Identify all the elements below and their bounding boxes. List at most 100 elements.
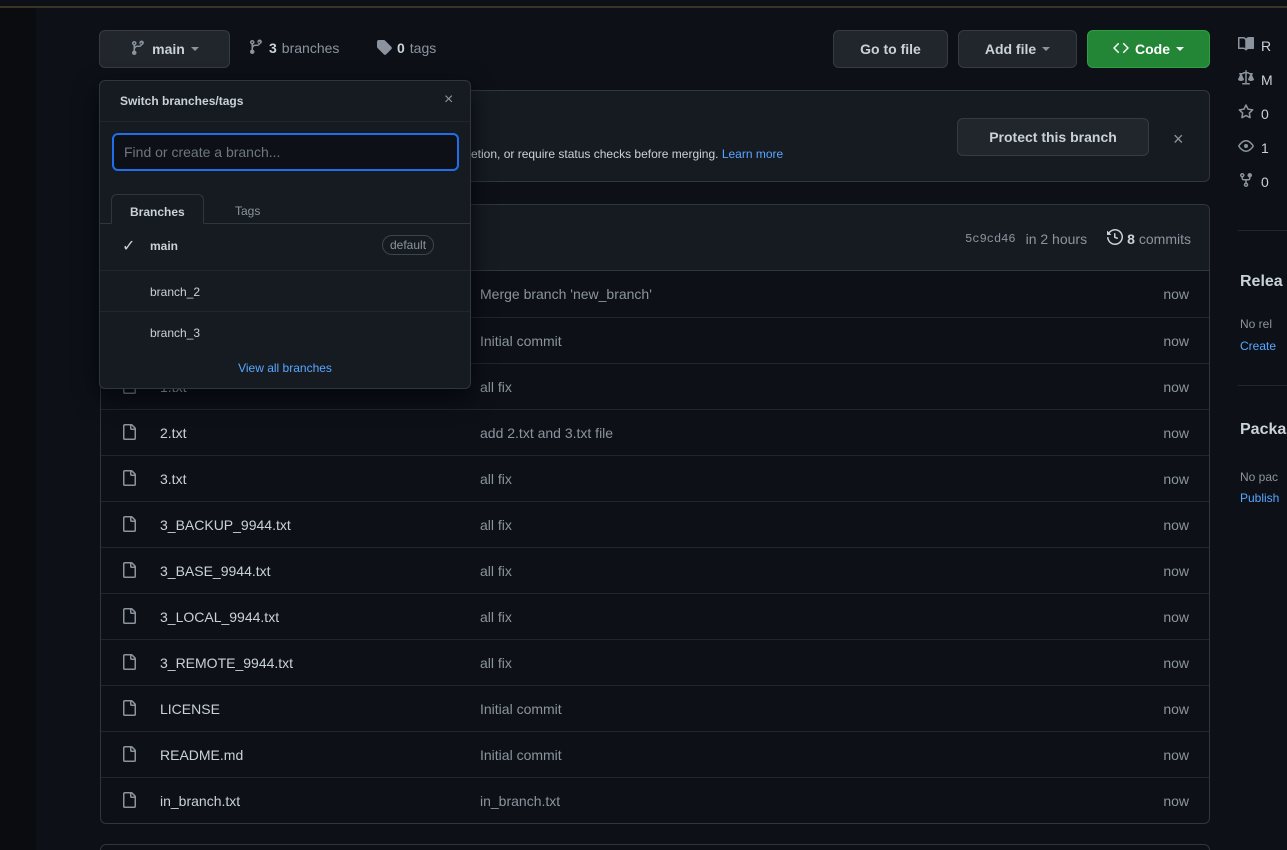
branches-count: 3 [269,40,277,56]
protect-description-text: etion, or require status checks before m… [471,147,719,161]
commit-time: now [1163,654,1189,671]
top-border [0,0,1287,8]
branch-item-branch-3[interactable]: branch_3 [100,312,470,353]
file-name[interactable]: in_branch.txt [160,793,240,809]
file-icon [121,562,137,581]
file-row[interactable]: LICENSE Initial commit now [101,685,1209,731]
create-release-link[interactable]: Create [1240,339,1276,353]
git-branch-icon [130,40,146,59]
tags-count: 0 [397,40,405,56]
file-icon [121,792,137,811]
file-row[interactable]: 3_LOCAL_9944.txt all fix now [101,593,1209,639]
file-row[interactable]: in_branch.txt in_branch.txt now [101,777,1209,823]
file-name[interactable]: 2.txt [160,425,186,441]
protect-description: etion, or require status checks before m… [471,147,783,161]
divider [1238,385,1287,386]
file-name[interactable]: 3_BACKUP_9944.txt [160,517,291,533]
watchers-link[interactable]: 1 [1238,138,1269,157]
commit-message[interactable]: all fix [480,471,512,487]
commit-message[interactable]: Initial commit [480,747,562,763]
commit-message[interactable]: add 2.txt and 3.txt file [480,425,613,441]
chevron-down-icon [190,47,199,51]
file-name[interactable]: README.md [160,747,243,763]
file-row[interactable]: 3.txt all fix now [101,455,1209,501]
view-all-branches-link[interactable]: View all branches [100,361,470,375]
dropdown-tabs: Branches Tags [100,184,470,224]
protect-this-branch-button[interactable]: Protect this branch [957,118,1149,156]
code-button[interactable]: Code [1087,30,1210,68]
commit-message[interactable]: Merge branch 'new_branch' [480,286,652,302]
commit-time: now [1163,700,1189,717]
tags-link[interactable]: 0 tags [376,38,436,58]
file-row[interactable]: 2.txt add 2.txt and 3.txt file now [101,409,1209,455]
readme-label: R [1261,37,1272,54]
branches-link[interactable]: 3 branches [248,38,339,58]
commit-message[interactable]: Initial commit [480,701,562,717]
commit-time: now [1163,424,1189,441]
go-to-file-button[interactable]: Go to file [833,30,948,68]
publish-package-link[interactable]: Publish [1240,491,1279,505]
commit-message[interactable]: Initial commit [480,333,562,349]
tab-tags[interactable]: Tags [217,194,278,224]
commit-time: now [1163,562,1189,579]
commit-sha[interactable]: 5c9cd46 [965,232,1015,246]
check-icon: ✓ [122,238,136,255]
commit-message[interactable]: all fix [480,563,512,579]
license-link[interactable]: M [1238,70,1273,89]
file-row[interactable]: 3_BASE_9944.txt all fix now [101,547,1209,593]
left-edge [0,0,36,850]
close-icon[interactable]: × [1173,129,1184,150]
law-icon [1238,70,1254,89]
branch-item-main[interactable]: ✓ main default [100,225,470,271]
divider [1238,230,1287,231]
readme-box [100,844,1210,850]
branch-search-input[interactable] [112,133,459,171]
learn-more-link[interactable]: Learn more [722,147,783,161]
close-icon[interactable]: × [444,91,453,109]
go-to-file-label: Go to file [860,41,921,57]
commit-message[interactable]: all fix [480,517,512,533]
branch-item-branch-2[interactable]: branch_2 [100,271,470,312]
stars-link[interactable]: 0 [1238,104,1269,123]
file-name[interactable]: 3_REMOTE_9944.txt [160,655,293,671]
branches-text: branches [281,40,340,56]
file-icon [121,516,137,535]
file-icon [121,746,137,765]
file-icon [121,470,137,489]
file-row[interactable]: README.md Initial commit now [101,731,1209,777]
dropdown-title: Switch branches/tags [120,94,244,108]
commit-time: now [1163,516,1189,533]
add-file-button[interactable]: Add file [958,30,1077,68]
commit-time: now [1163,470,1189,487]
commits-count: 8 [1127,230,1135,247]
forks-link[interactable]: 0 [1238,172,1269,191]
packages-heading[interactable]: Packa [1240,421,1286,439]
book-icon [1238,36,1255,55]
branch-item-label: branch_2 [150,285,201,299]
commit-message[interactable]: all fix [480,609,512,625]
packages-text: No pac [1240,470,1279,484]
file-row[interactable]: 3_BACKUP_9944.txt all fix now [101,501,1209,547]
commit-time: now [1163,746,1189,763]
branch-item-label: branch_3 [150,326,201,340]
commit-time: now [1163,378,1189,395]
commit-message[interactable]: in_branch.txt [480,793,560,809]
file-name[interactable]: LICENSE [160,701,220,717]
commit-message[interactable]: all fix [480,379,512,395]
file-name[interactable]: 3_LOCAL_9944.txt [160,609,279,625]
dropdown-header: Switch branches/tags × [100,81,470,122]
file-icon [121,424,137,443]
commit-message[interactable]: all fix [480,655,512,671]
readme-link[interactable]: R [1238,36,1271,55]
branch-switcher-dropdown: Switch branches/tags × Branches Tags ✓ m… [99,80,471,389]
file-row[interactable]: 3_REMOTE_9944.txt all fix now [101,639,1209,685]
releases-heading[interactable]: Relea [1240,273,1283,291]
stars-count: 0 [1261,105,1269,122]
file-name[interactable]: 3_BASE_9944.txt [160,563,271,579]
add-file-label: Add file [984,41,1037,57]
commit-time: now [1163,286,1189,302]
tab-branches[interactable]: Branches [111,194,204,224]
branch-select-button[interactable]: main [99,30,230,68]
commits-link[interactable]: 8 commits [1107,228,1191,248]
file-name[interactable]: 3.txt [160,471,186,487]
